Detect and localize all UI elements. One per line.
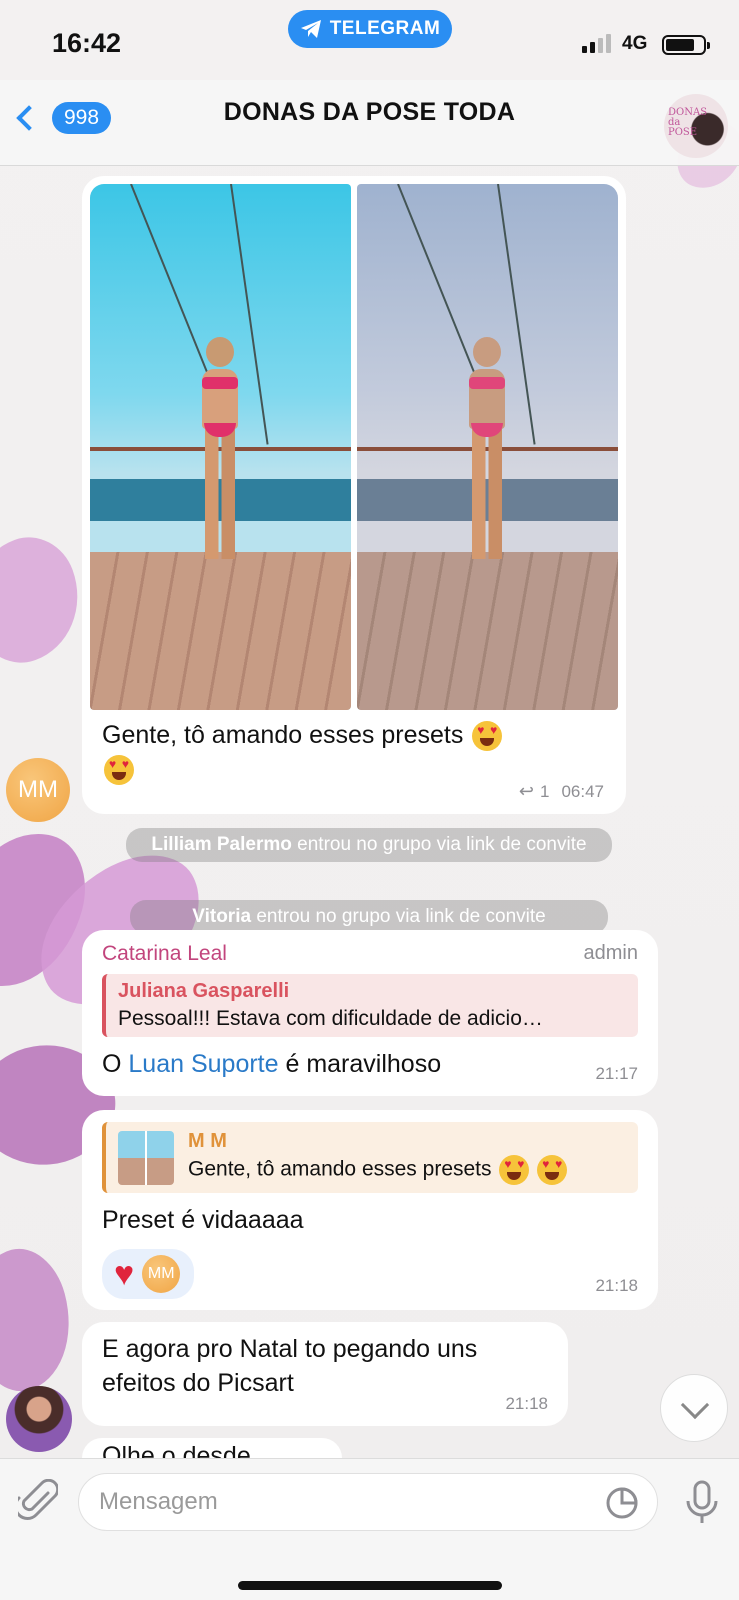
battery-icon: [662, 35, 710, 55]
quote-text: Gente, tô amando esses presets: [188, 1155, 568, 1185]
telegram-icon: [300, 20, 321, 38]
message-bubble[interactable]: E agora pro Natal to pegando uns efeitos…: [82, 1322, 568, 1426]
heart-eyes-emoji: [472, 721, 503, 752]
message-admin-bubble[interactable]: Catarina Leal admin Juliana Gasparelli P…: [82, 930, 658, 1096]
message-photo-bubble[interactable]: Gente, tô amando esses presets ↩ 1 06:47: [82, 176, 626, 814]
message-input[interactable]: Mensagem: [78, 1473, 658, 1531]
message-time: 06:47: [561, 781, 604, 801]
microphone-icon[interactable]: [682, 1479, 722, 1527]
status-bar: 16:42 TELEGRAM 4G: [0, 0, 739, 80]
heart-icon: ♥: [114, 1255, 135, 1293]
paperclip-icon[interactable]: [18, 1479, 58, 1523]
service-message-join: Lilliam Palermo entrou no grupo via link…: [126, 828, 612, 862]
status-time: 16:42: [52, 28, 122, 58]
quote-thumbnail: [118, 1130, 174, 1185]
network-type: 4G: [622, 33, 648, 54]
telegram-banner[interactable]: TELEGRAM: [288, 10, 452, 48]
reply-quote[interactable]: Juliana Gasparelli Pessoal!!! Estava com…: [102, 974, 638, 1037]
quote-sender: M M: [188, 1130, 227, 1152]
reply-count: 1: [539, 781, 550, 801]
message-time: 21:18: [505, 1394, 548, 1413]
scroll-down-button[interactable]: [660, 1374, 728, 1442]
signal-icon: [582, 34, 611, 53]
admin-tag: admin: [583, 942, 638, 964]
chevron-down-icon: [680, 1390, 710, 1420]
message-time: 21:18: [595, 1276, 638, 1295]
message-text: Preset é vidaaaaa: [102, 1206, 304, 1234]
quote-text: Pessoal!!! Estava com dificuldade de adi…: [118, 1007, 543, 1030]
sender-avatar[interactable]: MM: [6, 758, 70, 822]
photo-album[interactable]: [90, 184, 618, 710]
sticker-icon[interactable]: [605, 1486, 639, 1520]
heart-eyes-emoji: [104, 755, 134, 786]
sender-name[interactable]: Catarina Leal: [102, 942, 638, 966]
group-logo: DONAS da POSE: [668, 107, 708, 138]
photo-before[interactable]: [90, 184, 351, 710]
message-text: O Luan Suporte é maravilhoso: [102, 1050, 442, 1078]
chat-header: 998 DONAS DA POSE TODA DONAS da POSE: [0, 80, 739, 166]
reply-quote[interactable]: M M Gente, tô amando esses presets: [102, 1122, 638, 1193]
message-placeholder: Mensagem: [99, 1488, 218, 1515]
reply-arrow-icon[interactable]: ↩: [519, 781, 534, 802]
reaction-chip[interactable]: ♥ MM: [102, 1249, 195, 1299]
service-message-join: Vitoria entrou no grupo via link de conv…: [130, 900, 608, 934]
sender-avatar[interactable]: [6, 1386, 72, 1452]
heart-eyes-emoji: [537, 1155, 568, 1185]
message-text: E agora pro Natal to pegando uns efeitos…: [102, 1335, 478, 1397]
quote-sender: Juliana Gasparelli: [118, 980, 290, 1002]
photo-after[interactable]: [357, 184, 618, 710]
message-time: 21:17: [595, 1064, 638, 1083]
chat-title[interactable]: DONAS DA POSE TODA: [0, 98, 739, 127]
heart-eyes-emoji: [499, 1155, 530, 1185]
composer-bar: Mensagem: [0, 1458, 739, 1600]
group-avatar[interactable]: DONAS da POSE: [664, 94, 728, 158]
message-meta: ↩ 1 06:47: [519, 781, 604, 802]
mention-link[interactable]: Luan Suporte: [128, 1050, 278, 1078]
message-text: Gente, tô amando esses presets: [90, 710, 618, 786]
reaction-user-avatar: MM: [142, 1255, 181, 1293]
home-indicator: [238, 1581, 502, 1590]
banner-label: TELEGRAM: [329, 18, 441, 39]
message-reply-bubble[interactable]: M M Gente, tô amando esses presets Prese…: [82, 1110, 658, 1310]
